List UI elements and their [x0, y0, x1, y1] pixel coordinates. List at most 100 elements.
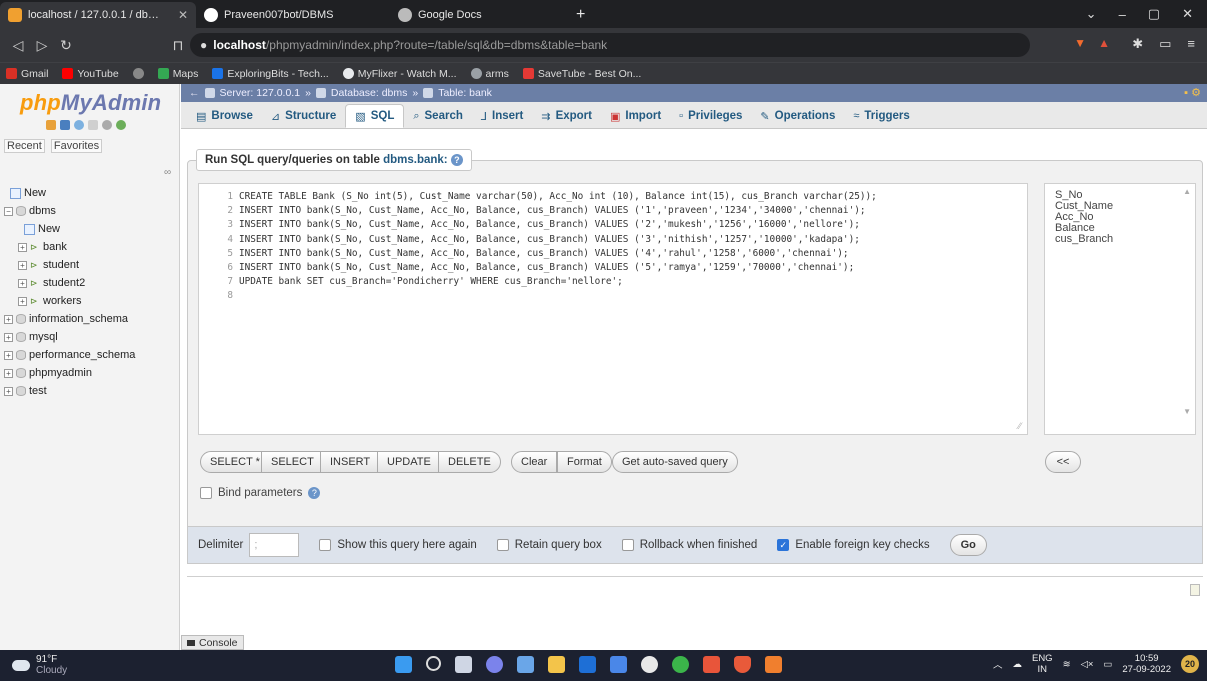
recent-tab[interactable]: Recent — [4, 139, 45, 153]
bookmark-icon[interactable]: ⊓ — [166, 37, 190, 54]
restore-icon[interactable]: ▢ — [1148, 6, 1160, 22]
extensions-icon[interactable]: ✱ — [1132, 36, 1143, 52]
insert-button[interactable]: INSERT — [320, 451, 381, 473]
new-tab-button[interactable]: + — [568, 2, 593, 28]
rollback-checkbox[interactable] — [621, 539, 634, 551]
select-star-button[interactable]: SELECT * — [200, 451, 270, 473]
brave-icon[interactable] — [734, 656, 751, 673]
clear-button[interactable]: Clear — [511, 451, 558, 473]
show-query-checkbox[interactable] — [319, 539, 332, 551]
language-indicator[interactable]: ENG IN — [1032, 653, 1053, 675]
settings-icon[interactable] — [102, 120, 112, 130]
bookmark-globe[interactable] — [132, 68, 144, 79]
get-autosaved-query-button[interactable]: Get auto-saved query — [612, 451, 738, 473]
expand-icon[interactable]: + — [4, 314, 13, 324]
windows-start-icon[interactable] — [395, 656, 412, 673]
column-item[interactable]: cus_Branch — [1055, 234, 1185, 245]
expand-icon[interactable]: + — [18, 278, 27, 288]
expand-icon[interactable]: + — [4, 350, 13, 360]
tree-table-workers[interactable]: + ⊳ workers — [4, 292, 179, 310]
search-icon[interactable] — [426, 656, 441, 671]
weather-widget[interactable]: 91°F Cloudy — [12, 654, 67, 676]
resize-handle-icon[interactable]: ⁄⁄ — [1018, 421, 1021, 432]
logout-icon[interactable] — [60, 120, 70, 130]
help-icon[interactable]: ? — [308, 487, 321, 499]
tab-export[interactable]: ⇉ Export — [532, 104, 601, 128]
docs-icon[interactable] — [88, 120, 98, 130]
foreign-key-checkbox[interactable]: ✓ — [777, 539, 790, 551]
tree-db-phpmyadmin[interactable]: + phpmyadmin — [4, 364, 179, 382]
notification-badge[interactable]: 20 — [1181, 655, 1199, 673]
tab-search-icon[interactable]: ⌄ — [1086, 6, 1097, 22]
clock[interactable]: 10:59 27-09-2022 — [1122, 653, 1171, 675]
office-icon[interactable] — [703, 656, 720, 673]
collapse-nav-icon[interactable]: ← — [189, 87, 200, 99]
bookmark-savetube[interactable]: SaveTube - Best On... — [522, 68, 641, 80]
wifi-icon[interactable]: ≋ — [1063, 659, 1071, 670]
breadcrumb-table[interactable]: Table: bank — [438, 87, 492, 99]
show-query-option[interactable]: Show this query here again — [319, 539, 477, 551]
bookmark-gmail[interactable]: Gmail — [6, 68, 48, 80]
tree-table-student2[interactable]: + ⊳ student2 — [4, 274, 179, 292]
tab-github[interactable]: Praveen007bot/DBMS — [196, 2, 372, 28]
reload-nav-icon[interactable] — [116, 120, 126, 130]
bookmark-myflixer[interactable]: MyFlixer - Watch M... — [342, 68, 457, 80]
sql-editor[interactable]: 1 CREATE TABLE Bank (S_No int(5), Cust_Na… — [198, 183, 1028, 435]
phpmyadmin-logo[interactable]: phpMyAdmin — [20, 90, 161, 116]
help-icon[interactable] — [74, 120, 84, 130]
sidebar-icon[interactable]: ▭ — [1159, 36, 1171, 52]
update-button[interactable]: UPDATE — [377, 451, 441, 473]
expand-icon[interactable]: + — [18, 260, 27, 270]
notepad-icon[interactable] — [610, 656, 627, 673]
tab-sql[interactable]: ▧ SQL — [345, 104, 405, 128]
bind-parameters-checkbox[interactable] — [200, 487, 212, 499]
tab-google-docs[interactable]: Google Docs — [372, 2, 568, 28]
tree-new[interactable]: New — [4, 184, 179, 202]
file-explorer-icon[interactable] — [548, 656, 565, 673]
dell-icon[interactable] — [641, 656, 658, 673]
minimize-icon[interactable]: – — [1119, 7, 1126, 22]
collapse-icon[interactable]: − — [4, 206, 13, 216]
volume-icon[interactable]: ◁× — [1081, 659, 1094, 670]
insert-column-button[interactable]: << — [1045, 451, 1081, 473]
tab-operations[interactable]: ✎ Operations — [751, 104, 844, 128]
breadcrumb-server[interactable]: Server: 127.0.0.1 — [220, 87, 301, 99]
bookmark-exploringbits[interactable]: ExploringBits - Tech... — [212, 68, 329, 80]
page-settings-icons[interactable]: ▪ ⚙ — [1184, 86, 1201, 99]
teams-chat-icon[interactable] — [486, 656, 503, 673]
bookmark-arms[interactable]: arms — [470, 68, 509, 80]
retain-box-checkbox[interactable] — [496, 539, 509, 551]
widgets-icon[interactable] — [517, 656, 534, 673]
tree-db-information-schema[interactable]: + information_schema — [4, 310, 179, 328]
show-hidden-icons-icon[interactable]: ︿ — [993, 657, 1003, 671]
tab-browse[interactable]: ▤ Browse — [187, 104, 262, 128]
expand-icon[interactable]: + — [4, 368, 13, 378]
menu-icon[interactable]: ≡ — [1187, 36, 1195, 52]
tab-triggers[interactable]: ≈ Triggers — [844, 104, 918, 128]
expand-icon[interactable]: + — [18, 296, 27, 306]
console-toggle[interactable]: Console — [181, 635, 244, 650]
retain-box-option[interactable]: Retain query box — [496, 539, 602, 551]
help-icon[interactable]: ? — [450, 154, 463, 166]
scroll-up-icon[interactable]: ▲ — [1183, 187, 1191, 196]
tab-privileges[interactable]: ▫ Privileges — [670, 104, 751, 128]
legend-table[interactable]: dbms.bank: — [383, 154, 448, 166]
foreign-key-option[interactable]: ✓ Enable foreign key checks — [777, 539, 930, 551]
delimiter-input[interactable]: ; — [249, 533, 300, 557]
reload-icon[interactable]: ↻ — [54, 37, 78, 54]
tree-new-table[interactable]: New — [4, 220, 179, 238]
brave-shield-icon[interactable]: ▼ — [1074, 36, 1086, 50]
delete-button[interactable]: DELETE — [438, 451, 501, 473]
tree-table-student[interactable]: + ⊳ student — [4, 256, 179, 274]
breadcrumb-database[interactable]: Database: dbms — [331, 87, 407, 99]
scroll-down-icon[interactable]: ▼ — [1183, 407, 1191, 416]
bookmark-youtube[interactable]: YouTube — [62, 68, 119, 80]
battery-icon[interactable]: ▭ — [1103, 659, 1112, 670]
close-icon[interactable]: ✕ — [178, 8, 188, 22]
format-button[interactable]: Format — [557, 451, 612, 473]
favorites-tab[interactable]: Favorites — [50, 139, 103, 153]
expand-icon[interactable]: + — [18, 242, 27, 252]
tab-import[interactable]: ▣ Import — [601, 104, 670, 128]
word-icon[interactable] — [579, 656, 596, 673]
tree-db-performance-schema[interactable]: + performance_schema — [4, 346, 179, 364]
